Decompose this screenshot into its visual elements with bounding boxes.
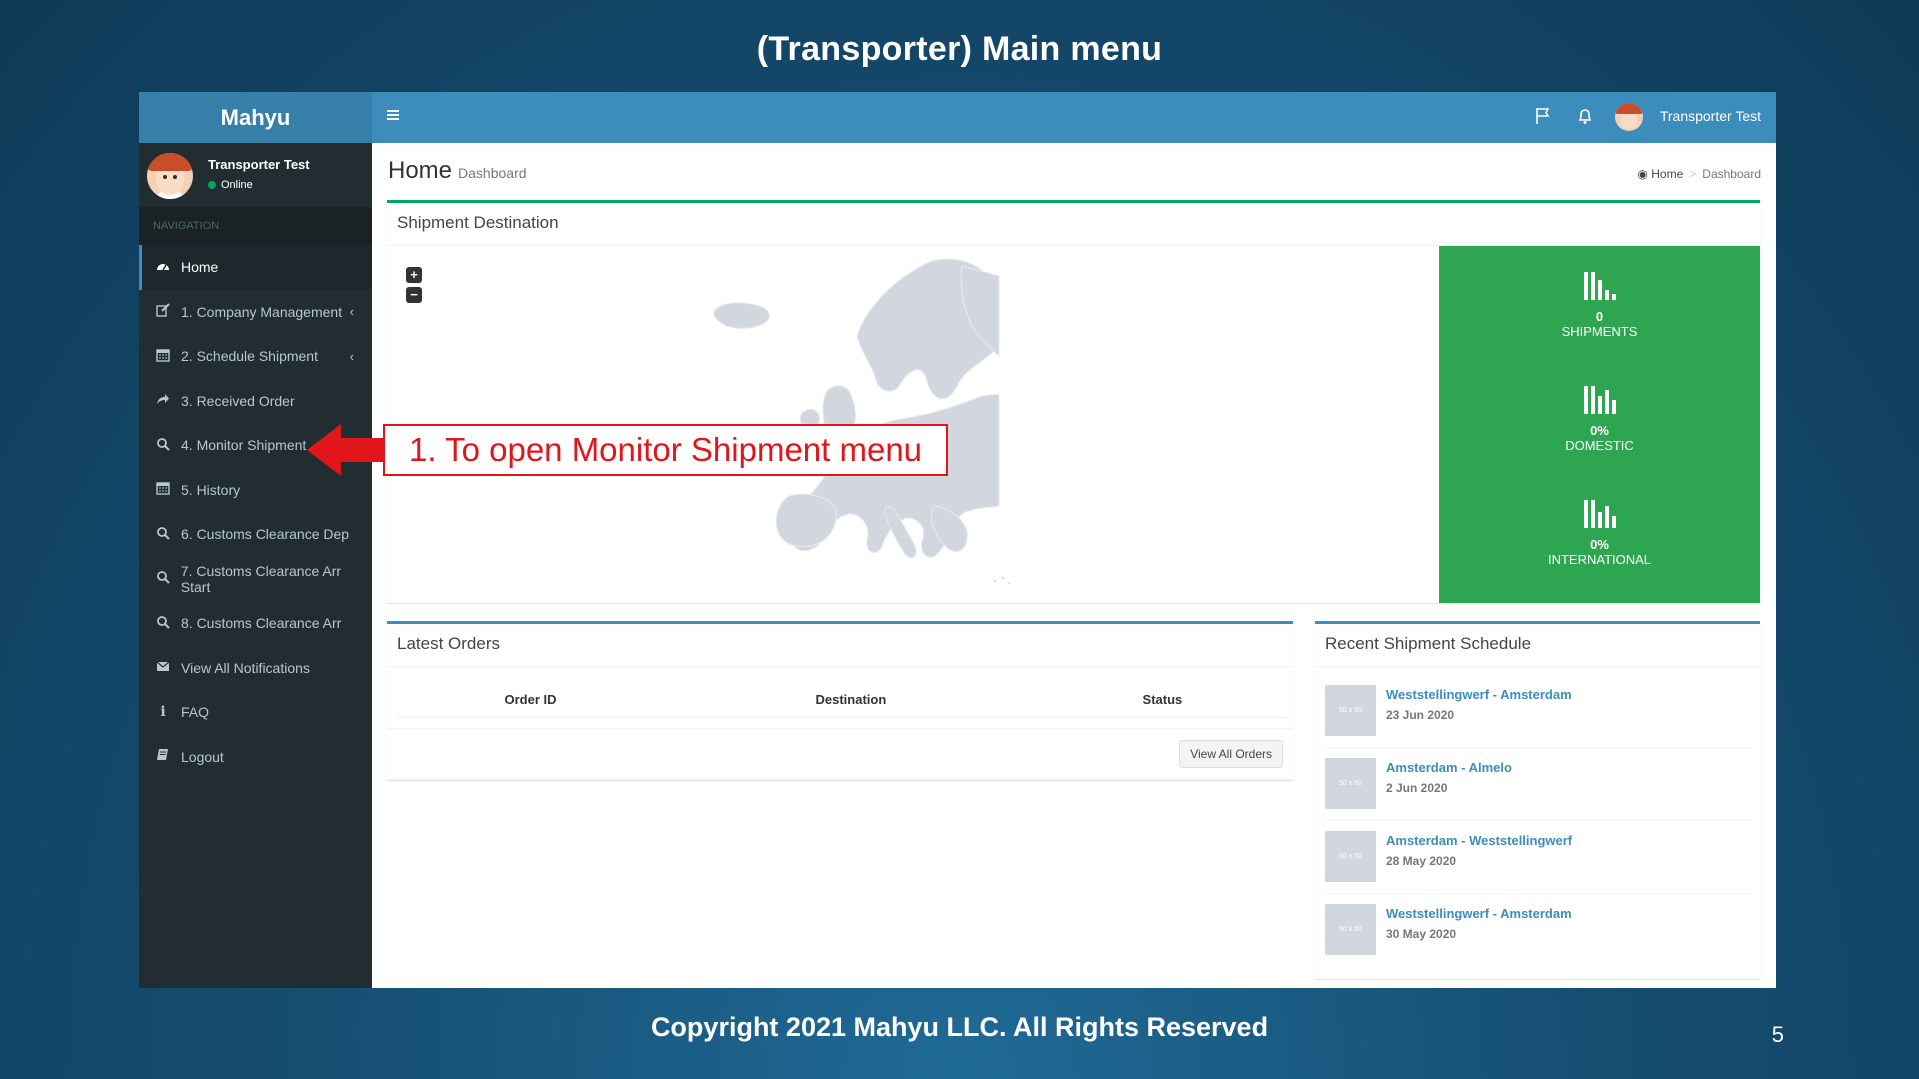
stat-international: 0% INTERNATIONAL [1439, 496, 1760, 567]
app-window: Mahyu Transporter Test Online NAVIGATION… [139, 92, 1776, 988]
shipment-destination-box: Shipment Destination + − 0 SHIPMENTS 0% … [387, 200, 1760, 603]
info-icon: i [160, 704, 166, 721]
user-status: Online [208, 179, 253, 191]
user-name: Transporter Test [208, 157, 310, 172]
thumbnail-placeholder: 50 x 50 [1325, 758, 1376, 809]
thumbnail-placeholder: 50 x 50 [1325, 904, 1376, 955]
search-icon [155, 615, 171, 632]
sidebar-item-view-all-notifications[interactable]: View All Notifications [139, 646, 372, 691]
sidebar-item-logout[interactable]: Logout [139, 735, 372, 780]
schedule-date: 30 May 2020 [1386, 927, 1457, 941]
list-item[interactable]: 50 x 50 Amsterdam - Weststellingwerf 28 … [1325, 826, 1753, 894]
column-header-order-id[interactable]: Order ID [397, 686, 664, 718]
topbar-user-name[interactable]: Transporter Test [1660, 108, 1761, 124]
sidebar-item-customs-clearance-arr[interactable]: 8. Customs Clearance Arr [139, 601, 372, 646]
breadcrumb: ◉ Home > Dashboard [1637, 167, 1761, 181]
bar-chart-icon [1583, 500, 1616, 528]
sidebar-toggle-button[interactable] [386, 105, 400, 128]
schedule-route-link[interactable]: Amsterdam - Almelo [1386, 760, 1512, 775]
sidebar-item-faq[interactable]: i FAQ [139, 690, 372, 735]
dashboard-icon: ◉ [1637, 167, 1648, 181]
chevron-left-icon: ‹ [349, 304, 354, 320]
envelope-icon [155, 659, 171, 676]
search-icon [155, 437, 171, 454]
sidebar-item-schedule-shipment[interactable]: 2. Schedule Shipment ‹ [139, 334, 372, 379]
edit-icon [155, 303, 171, 320]
schedule-route-link[interactable]: Weststellingwerf - Amsterdam [1386, 906, 1572, 921]
main-content: Home Dashboard ◉ Home > Dashboard Shipment … [372, 143, 1776, 988]
orders-table: Order ID Destination Status [397, 686, 1287, 718]
list-item[interactable]: 50 x 50 Weststellingwerf - Amsterdam 30 … [1325, 899, 1753, 961]
list-item[interactable]: 50 x 50 Weststellingwerf - Amsterdam 23 … [1325, 680, 1753, 748]
column-header-status[interactable]: Status [1037, 686, 1287, 718]
shipment-destination-title: Shipment Destination [397, 213, 559, 232]
recent-shipment-schedule-box: Recent Shipment Schedule 50 x 50 Westste… [1315, 621, 1760, 979]
flag-icon[interactable] [1535, 107, 1551, 130]
bar-chart-icon [1583, 386, 1616, 414]
topbar-avatar[interactable] [1615, 103, 1643, 131]
breadcrumb-home[interactable]: ◉ Home [1637, 167, 1683, 181]
online-dot-icon [208, 181, 216, 190]
share-icon [155, 392, 171, 409]
page-subtitle: Dashboard [458, 165, 527, 181]
search-icon [155, 570, 171, 587]
thumbnail-placeholder: 50 x 50 [1325, 831, 1376, 882]
annotation-callout: 1. To open Monitor Shipment menu [383, 424, 948, 476]
red-arrow-icon [307, 424, 385, 476]
calendar-icon [155, 348, 171, 365]
page-title: Home Dashboard [388, 157, 527, 184]
book-icon [155, 748, 171, 765]
user-avatar [147, 153, 193, 199]
schedule-route-link[interactable]: Amsterdam - Weststellingwerf [1386, 833, 1572, 848]
view-all-orders-button[interactable]: View All Orders [1179, 740, 1283, 768]
sidebar-item-customs-clearance-arr-start[interactable]: 7. Customs Clearance Arr Start [139, 557, 372, 602]
recent-schedule-title: Recent Shipment Schedule [1325, 634, 1532, 653]
bar-chart-icon [1583, 272, 1616, 300]
sidebar-item-received-order[interactable]: 3. Received Order [139, 379, 372, 424]
schedule-date: 23 Jun 2020 [1386, 708, 1455, 722]
top-navbar: Transporter Test [372, 92, 1776, 143]
dashboard-icon [155, 259, 171, 276]
latest-orders-title: Latest Orders [397, 634, 500, 653]
app-logo[interactable]: Mahyu [139, 92, 372, 143]
sidebar-item-customs-clearance-dep[interactable]: 6. Customs Clearance Dep [139, 512, 372, 557]
search-icon [155, 526, 171, 543]
schedule-date: 2 Jun 2020 [1386, 781, 1448, 795]
column-header-destination[interactable]: Destination [664, 686, 1038, 718]
schedule-date: 28 May 2020 [1386, 854, 1457, 868]
page-number: 5 [1771, 1022, 1784, 1047]
breadcrumb-current: Dashboard [1702, 167, 1761, 181]
list-item[interactable]: 50 x 50 Amsterdam - Almelo 2 Jun 2020 [1325, 753, 1753, 821]
calendar-icon [155, 481, 171, 498]
sidebar-item-home[interactable]: Home [139, 245, 372, 290]
bell-icon[interactable] [1577, 107, 1593, 130]
latest-orders-box: Latest Orders Order ID Destination Statu… [387, 621, 1293, 780]
stat-shipments: 0 SHIPMENTS [1439, 268, 1760, 339]
sidebar: Mahyu Transporter Test Online NAVIGATION… [139, 92, 372, 988]
schedule-route-link[interactable]: Weststellingwerf - Amsterdam [1386, 687, 1572, 702]
stat-domestic: 0% DOMESTIC [1439, 382, 1760, 453]
slide-title: (Transporter) Main menu [756, 30, 1163, 68]
user-panel: Transporter Test Online [139, 143, 372, 207]
thumbnail-placeholder: 50 x 50 [1325, 685, 1376, 736]
sidebar-item-company-management[interactable]: 1. Company Management ‹ [139, 290, 372, 335]
slide-footer: Copyright 2021 Mahyu LLC. All Rights Res… [650, 1012, 1269, 1042]
chevron-left-icon: ‹ [349, 348, 354, 364]
shipment-stats-panel: 0 SHIPMENTS 0% DOMESTIC 0% INTERNATIONAL [1439, 246, 1760, 603]
nav-header: NAVIGATION [139, 207, 372, 245]
